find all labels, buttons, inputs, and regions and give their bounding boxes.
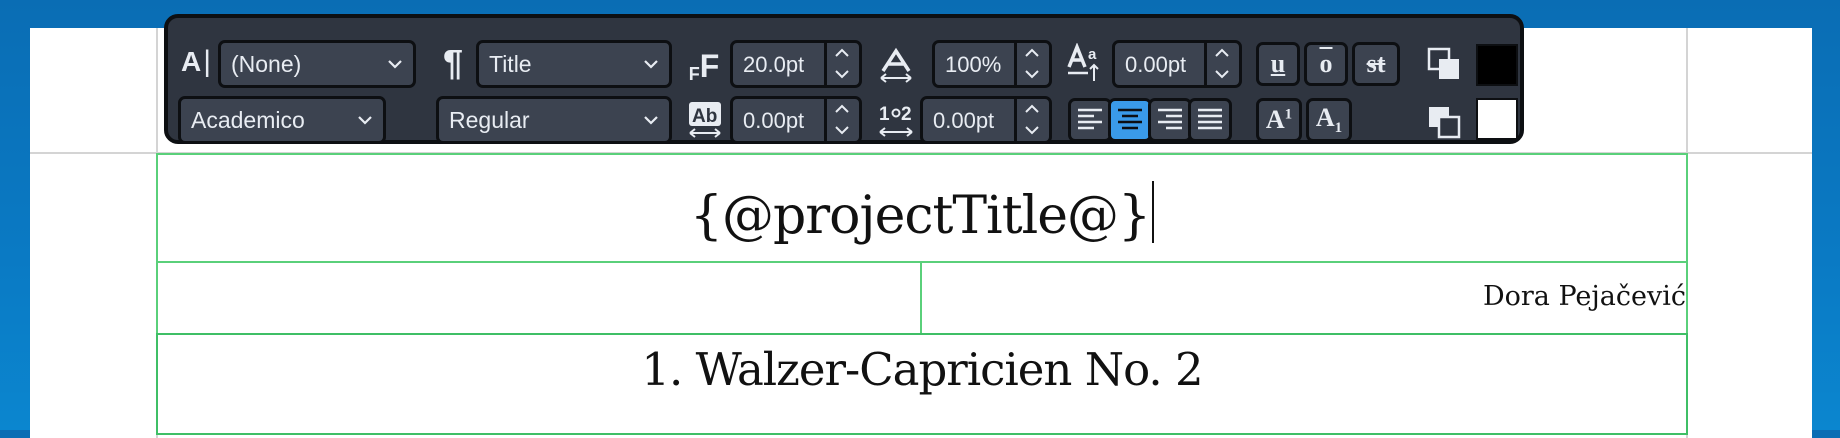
font-family-value: Academico bbox=[191, 106, 305, 133]
font-family-dropdown[interactable]: Academico bbox=[178, 96, 386, 144]
chevron-up-icon[interactable] bbox=[834, 102, 850, 116]
superscript-button[interactable]: A1 bbox=[1256, 98, 1302, 142]
chevron-down-icon bbox=[644, 60, 658, 69]
subscript-button[interactable]: A1 bbox=[1306, 98, 1352, 142]
background-color-swatch[interactable] bbox=[1476, 98, 1518, 140]
align-left-button[interactable] bbox=[1068, 98, 1112, 142]
superscript-icon: A1 bbox=[1265, 105, 1293, 134]
text-caret bbox=[1152, 181, 1155, 243]
line-spacing-icon: 12 bbox=[876, 98, 916, 142]
underline-icon: u bbox=[1270, 49, 1286, 78]
align-justify-icon bbox=[1198, 108, 1222, 130]
horizontal-scale-spinner[interactable]: 100% bbox=[932, 40, 1052, 88]
chevron-down-icon bbox=[358, 116, 372, 125]
chevron-down-icon[interactable] bbox=[834, 67, 850, 81]
baseline-shift-spinner[interactable]: 0.00pt bbox=[1112, 40, 1242, 88]
chevron-up-icon[interactable] bbox=[1214, 46, 1230, 60]
pilcrow-icon: ¶ bbox=[442, 42, 464, 83]
chevron-up-icon[interactable] bbox=[1024, 46, 1040, 60]
align-justify-button[interactable] bbox=[1188, 98, 1232, 142]
background-color-icon bbox=[1424, 102, 1464, 142]
letter-spacing-spinner[interactable]: 0.00pt bbox=[730, 96, 862, 144]
line-spacing-value: 0.00pt bbox=[933, 108, 995, 133]
align-center-icon bbox=[1118, 108, 1142, 130]
letter-spacing-value: 0.00pt bbox=[743, 108, 805, 133]
horizontal-scale-stepper[interactable] bbox=[1014, 43, 1049, 85]
strikethrough-button[interactable]: st bbox=[1352, 42, 1400, 86]
paragraph-style-dropdown[interactable]: (None) bbox=[218, 40, 416, 88]
character-style-value: Title bbox=[489, 50, 532, 77]
svg-text:Ab: Ab bbox=[692, 106, 717, 127]
chevron-down-icon bbox=[644, 116, 658, 125]
strikethrough-icon: st bbox=[1366, 49, 1386, 78]
character-style-dropdown[interactable]: Title bbox=[476, 40, 672, 88]
subscript-icon: A1 bbox=[1315, 102, 1343, 137]
align-right-icon bbox=[1158, 108, 1182, 130]
align-right-button[interactable] bbox=[1148, 98, 1192, 142]
underline-button[interactable]: u bbox=[1256, 42, 1300, 86]
line-spacing-spinner[interactable]: 0.00pt bbox=[920, 96, 1052, 144]
chevron-down-icon[interactable] bbox=[1024, 123, 1040, 137]
chevron-down-icon[interactable] bbox=[1024, 67, 1040, 81]
composer-name: Dora Pejačević bbox=[1482, 281, 1686, 312]
chevron-up-icon[interactable] bbox=[1024, 102, 1040, 116]
paragraph-style-value: (None) bbox=[231, 50, 302, 77]
text-color-swatch[interactable] bbox=[1476, 44, 1518, 86]
text-color-icon bbox=[1424, 44, 1464, 84]
overline-icon: o bbox=[1319, 49, 1333, 78]
font-size-spinner[interactable]: 20.0pt bbox=[730, 40, 862, 88]
subtitle-frame[interactable]: 1. Walzer-Capricien No. 2 bbox=[156, 333, 1688, 435]
font-style-dropdown[interactable]: Regular bbox=[436, 96, 672, 144]
text-style-icon: A | bbox=[180, 45, 212, 78]
font-size-stepper[interactable] bbox=[824, 43, 859, 85]
baseline-shift-icon: a bbox=[1066, 42, 1104, 86]
svg-text:2: 2 bbox=[901, 104, 912, 125]
svg-text:1: 1 bbox=[879, 104, 890, 125]
chevron-down-icon[interactable] bbox=[1214, 67, 1230, 81]
subtitle-text: 1. Walzer-Capricien No. 2 bbox=[641, 343, 1203, 396]
title-text-box[interactable]: {@projectTitle@} bbox=[158, 181, 1686, 246]
title-frame[interactable]: {@projectTitle@} bbox=[156, 153, 1688, 263]
horizontal-scale-value: 100% bbox=[945, 52, 1002, 77]
baseline-shift-stepper[interactable] bbox=[1204, 43, 1239, 85]
baseline-shift-value: 0.00pt bbox=[1125, 52, 1187, 77]
overline-button[interactable]: o bbox=[1304, 42, 1348, 86]
font-size-icon: FF bbox=[688, 47, 720, 84]
letter-spacing-stepper[interactable] bbox=[824, 99, 859, 141]
align-center-button[interactable] bbox=[1108, 98, 1152, 142]
chevron-up-icon[interactable] bbox=[834, 46, 850, 60]
horizontal-scale-icon bbox=[876, 42, 916, 88]
chevron-down-icon bbox=[388, 60, 402, 69]
composer-frame[interactable]: Dora Pejačević bbox=[920, 261, 1688, 335]
text-format-toolbar: A | (None) ¶ Title FF 20.0pt 100% a 0.00p… bbox=[164, 14, 1524, 144]
line-spacing-stepper[interactable] bbox=[1014, 99, 1049, 141]
chevron-down-icon[interactable] bbox=[834, 123, 850, 137]
project-title-token: {@projectTitle@} bbox=[689, 186, 1151, 246]
align-left-icon bbox=[1078, 108, 1102, 130]
font-style-value: Regular bbox=[449, 106, 530, 133]
left-info-frame[interactable] bbox=[156, 261, 922, 335]
svg-text:a: a bbox=[1088, 46, 1097, 63]
letter-spacing-icon: Ab bbox=[686, 98, 724, 142]
font-size-value: 20.0pt bbox=[743, 52, 805, 77]
